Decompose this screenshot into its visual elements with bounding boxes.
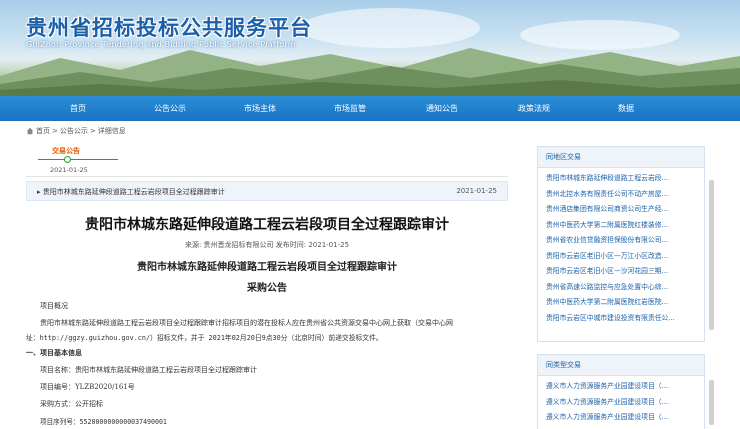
notice-row[interactable]: ▸ 贵阳市林城东路延伸段道路工程云岩段项目全过程跟踪审计 2021-01-25	[26, 181, 508, 201]
same-area-item[interactable]: 贵州中医药大学第二附属医院红岩医院...	[546, 295, 698, 311]
same-type-item[interactable]: 遵义市人力资源服务产业园建设项目（...	[546, 410, 698, 426]
nav-announcements[interactable]: 公告公示	[140, 96, 200, 121]
paragraph-line2: 址：http://ggzy.guizhou.gov.cn/）招标文件，并于 20…	[26, 334, 383, 342]
field-serial-number: 项目序列号：5520000000000037490001	[40, 418, 167, 426]
article-subheading: 采购公告	[247, 283, 287, 294]
same-area-item[interactable]: 贵州省农业信贷融资担保股份有限公司...	[546, 233, 698, 249]
main-nav: 首页 公告公示 市场主体 市场监管 通知公告 政策法规 数据	[0, 96, 740, 121]
same-type-item[interactable]: 遵义市人力资源服务产业园建设项目（...	[546, 395, 698, 411]
header-banner: 贵州省招标投标公共服务平台 GuiZhou Province Tendering…	[0, 0, 740, 96]
article-heading: 贵阳市林城东路延伸段道路工程云岩段项目全过程跟踪审计	[137, 262, 397, 273]
same-area-item[interactable]: 贵阳市云岩区老旧小区—万江小区改造...	[546, 249, 698, 265]
field-project-code: 项目编号：YLZB2020/161号	[40, 383, 135, 391]
same-area-item[interactable]: 贵州酒店集团有限公司商资公司生产经...	[546, 202, 698, 218]
paragraph-line1: 贵阳市林城东路延伸段道路工程云岩段项目全过程跟踪审计招标项目的潜在投标人应在贵州…	[40, 319, 453, 327]
site-subtitle: GuiZhou Province Tendering and Bidding P…	[26, 40, 296, 49]
notice-row-date: 2021-01-25	[456, 187, 497, 195]
same-type-item[interactable]: 遵义市人力资源服务产业园建设项目（...	[546, 379, 698, 395]
nav-home[interactable]: 首页	[48, 96, 108, 121]
field-project-name: 项目名称：贵阳市林城东路延伸段道路工程云岩段项目全过程跟踪审计	[40, 366, 257, 374]
nav-policies[interactable]: 政策法规	[504, 96, 564, 121]
timeline-date: 2021-01-25	[50, 166, 88, 174]
same-area-item[interactable]: 贵州中医药大学第二附属医院红楼装修...	[546, 218, 698, 234]
paragraph-overview: 项目概况	[40, 302, 68, 310]
same-area-panel: 同地区交易 贵阳市林城东路延伸段道路工程云岩段... 贵州北控水务有限责任公司不…	[537, 146, 705, 342]
article-meta: 来源: 贵州晋龙招标有限公司 发布时间: 2021-01-25	[184, 241, 350, 249]
notice-row-title: ▸ 贵阳市林城东路延伸段道路工程云岩段项目全过程跟踪审计	[37, 188, 225, 196]
same-area-item[interactable]: 贵阳市云岩区中城市建设投资有限责任公...	[546, 311, 698, 327]
same-type-scrollbar[interactable]	[709, 380, 714, 425]
breadcrumb-separator: >	[52, 127, 58, 135]
breadcrumb-current: 详细信息	[97, 127, 126, 135]
same-type-panel: 同类型交易 遵义市人力资源服务产业园建设项目（... 遵义市人力资源服务产业园建…	[537, 354, 705, 429]
same-area-title: 同地区交易	[538, 147, 704, 168]
breadcrumb-home[interactable]: 首页	[36, 126, 50, 136]
breadcrumb-separator: >	[89, 127, 96, 135]
timeline-dot	[64, 156, 71, 163]
nav-data[interactable]: 数据	[596, 96, 656, 121]
breadcrumb-announcements[interactable]: 公告公示	[60, 126, 88, 136]
home-icon	[26, 127, 34, 135]
timeline-line	[38, 159, 118, 160]
breadcrumb: 首页 > 公告公示 > 详细信息	[26, 125, 126, 137]
nav-notices[interactable]: 通知公告	[412, 96, 472, 121]
same-area-scrollbar[interactable]	[709, 180, 714, 330]
same-area-item[interactable]: 贵阳市云岩区老旧小区—沙河花园三期...	[546, 264, 698, 280]
site-title: 贵州省招标投标公共服务平台	[26, 16, 312, 40]
same-type-title: 同类型交易	[538, 355, 704, 376]
section-heading: 一、项目基本信息	[26, 349, 82, 357]
nav-market-entities[interactable]: 市场主体	[230, 96, 290, 121]
process-timeline: 交易公告 2021-01-25	[26, 141, 508, 177]
same-area-item[interactable]: 贵州北控水务有限责任公司不动产房屋...	[546, 187, 698, 203]
nav-market-supervision[interactable]: 市场监管	[320, 96, 380, 121]
timeline-stage-label[interactable]: 交易公告	[52, 146, 80, 156]
article-title: 贵阳市林城东路延伸段道路工程云岩段项目全过程跟踪审计	[85, 217, 449, 233]
same-area-item[interactable]: 贵州省高速公路监控与应急处置中心综...	[546, 280, 698, 296]
same-area-item[interactable]: 贵阳市林城东路延伸段道路工程云岩段...	[546, 171, 698, 187]
field-procurement-method: 采购方式：公开招标	[40, 400, 103, 408]
